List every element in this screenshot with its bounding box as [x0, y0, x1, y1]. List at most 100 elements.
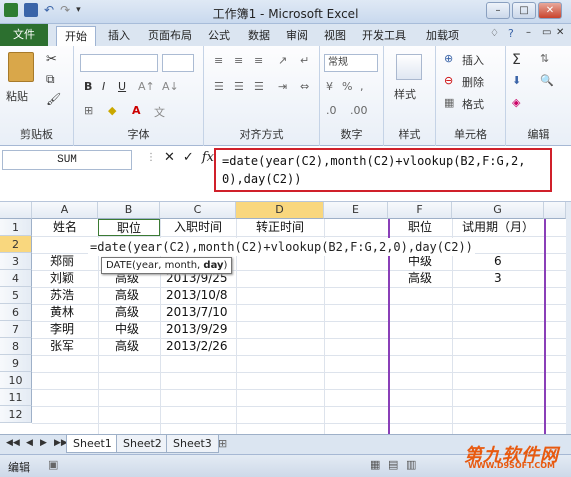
cell-g4[interactable]: 3	[494, 270, 502, 287]
sheet-tab-2[interactable]: Sheet2	[116, 435, 169, 453]
cell-c5[interactable]: 2013/10/8	[166, 287, 228, 304]
indent-icon[interactable]: ⇥	[278, 80, 287, 93]
cell-b5[interactable]: 高级	[115, 287, 139, 304]
row-header[interactable]: 1	[0, 219, 32, 236]
next-sheet-icon[interactable]: ▶	[40, 438, 47, 448]
row-header[interactable]: 7	[0, 321, 32, 338]
orientation-icon[interactable]: ↗	[278, 54, 287, 67]
column-header-e[interactable]: E	[324, 202, 388, 219]
currency-icon[interactable]: ¥	[326, 80, 333, 93]
new-sheet-icon[interactable]: ⊞	[218, 437, 227, 450]
minimize-ribbon-icon[interactable]: ♢	[490, 28, 499, 39]
column-header-h[interactable]	[544, 202, 566, 219]
border-icon[interactable]: ⊞	[84, 104, 93, 117]
wrap-text-icon[interactable]: ↵	[300, 54, 309, 67]
cell-g1[interactable]: 试用期（月）	[452, 219, 544, 236]
help-icon[interactable]: ?	[508, 27, 514, 40]
row-header[interactable]: 12	[0, 406, 32, 423]
paste-icon[interactable]	[8, 52, 34, 82]
bold-button[interactable]: B	[84, 80, 92, 93]
fill-icon[interactable]: ⬇	[512, 74, 521, 87]
align-left-icon[interactable]: ☰	[214, 80, 224, 93]
prev-sheet-icon[interactable]: ◀	[26, 438, 33, 448]
column-header-b[interactable]: B	[98, 202, 160, 219]
grow-font-icon[interactable]: A↑	[138, 80, 155, 93]
cell-b1[interactable]: 职位	[98, 219, 160, 236]
insert-cells-icon[interactable]: ⊕	[444, 52, 453, 65]
phonetic-icon[interactable]: 文	[154, 104, 165, 120]
delete-cells-icon[interactable]: ⊖	[444, 74, 453, 87]
cancel-button[interactable]: ✕	[164, 150, 175, 165]
shrink-font-icon[interactable]: A↓	[162, 80, 179, 93]
comma-icon[interactable]: ,	[360, 80, 364, 93]
tab-data[interactable]: 数据	[240, 26, 278, 46]
tab-home[interactable]: 开始	[56, 26, 96, 47]
middle-align-icon[interactable]: ≡	[234, 54, 243, 67]
align-right-icon[interactable]: ☰	[254, 80, 264, 93]
delete-cells-button[interactable]: 删除	[462, 74, 484, 90]
row-header[interactable]: 6	[0, 304, 32, 321]
copy-icon[interactable]: ⧉	[46, 72, 55, 87]
tab-developer[interactable]: 开发工具	[354, 26, 414, 46]
column-header-d[interactable]: D	[236, 202, 324, 219]
increase-decimal-icon[interactable]: .0	[326, 104, 337, 117]
cell-a1[interactable]: 姓名	[32, 219, 98, 236]
underline-button[interactable]: U	[118, 80, 126, 93]
cell-a8[interactable]: 张军	[50, 338, 74, 355]
close-button[interactable]: ✕	[538, 2, 562, 19]
insert-cells-button[interactable]: 插入	[462, 52, 484, 68]
format-painter-icon[interactable]: 🖌	[46, 92, 61, 106]
format-cells-button[interactable]: 格式	[462, 96, 484, 112]
tab-addins[interactable]: 加载项	[418, 26, 467, 46]
sheet-tab-1[interactable]: Sheet1	[66, 435, 119, 453]
find-icon[interactable]: 🔍	[540, 74, 554, 87]
row-header[interactable]: 11	[0, 389, 32, 406]
column-header-a[interactable]: A	[32, 202, 98, 219]
cell-d1[interactable]: 转正时间	[236, 219, 324, 236]
tab-view[interactable]: 视图	[316, 26, 354, 46]
fill-color-icon[interactable]: ◆	[108, 104, 116, 117]
row-header[interactable]: 10	[0, 372, 32, 389]
styles-button[interactable]: 样式	[394, 86, 416, 102]
column-header-f[interactable]: F	[388, 202, 452, 219]
styles-icon[interactable]	[396, 54, 422, 80]
clear-icon[interactable]: ◈	[512, 96, 520, 109]
format-cells-icon[interactable]: ▦	[444, 96, 454, 109]
cell-g3[interactable]: 6	[494, 253, 502, 270]
font-name-dropdown[interactable]	[80, 54, 158, 72]
cell-a4[interactable]: 刘颖	[50, 270, 74, 287]
cell-a7[interactable]: 李明	[50, 321, 74, 338]
cell-c1[interactable]: 入职时间	[160, 219, 236, 236]
row-header[interactable]: 3	[0, 253, 32, 270]
font-color-icon[interactable]: A	[132, 104, 141, 117]
tab-review[interactable]: 审阅	[278, 26, 316, 46]
column-header-g[interactable]: G	[452, 202, 544, 219]
autosum-button[interactable]: Σ	[512, 52, 521, 68]
number-format-dropdown[interactable]: 常规	[324, 54, 378, 72]
window-close-icon[interactable]: ✕	[556, 27, 564, 38]
maximize-button[interactable]: □	[512, 2, 536, 19]
row-header[interactable]: 4	[0, 270, 32, 287]
top-align-icon[interactable]: ≡	[214, 54, 223, 67]
window-restore-icon[interactable]: ▭	[542, 27, 551, 38]
tab-page-layout[interactable]: 页面布局	[140, 26, 200, 46]
insert-function-button[interactable]: fx	[202, 150, 214, 165]
cell-d2-editor[interactable]: =date(year(C2),month(C2)+vlookup(B2,F:G,…	[88, 238, 475, 256]
cell-b7[interactable]: 中级	[115, 321, 139, 338]
tab-insert[interactable]: 插入	[100, 26, 138, 46]
formula-input[interactable]: =date(year(C2),month(C2)+vlookup(B2,F:G,…	[214, 148, 552, 192]
normal-view-icon[interactable]: ▦	[370, 458, 380, 471]
font-size-dropdown[interactable]	[162, 54, 194, 72]
align-center-icon[interactable]: ☰	[234, 80, 244, 93]
tab-formulas[interactable]: 公式	[200, 26, 238, 46]
cell-f1[interactable]: 职位	[388, 219, 452, 236]
percent-button[interactable]: %	[342, 80, 352, 93]
window-minimize-icon[interactable]: –	[526, 27, 531, 38]
decrease-decimal-icon[interactable]: .00	[350, 104, 368, 117]
bottom-align-icon[interactable]: ≡	[254, 54, 263, 67]
row-header[interactable]: 9	[0, 355, 32, 372]
page-break-view-icon[interactable]: ▥	[406, 458, 416, 471]
row-header[interactable]: 8	[0, 338, 32, 355]
tooltip-signature[interactable]: DATE(year, month,	[106, 260, 203, 271]
merge-center-icon[interactable]: ⇔	[300, 80, 309, 93]
